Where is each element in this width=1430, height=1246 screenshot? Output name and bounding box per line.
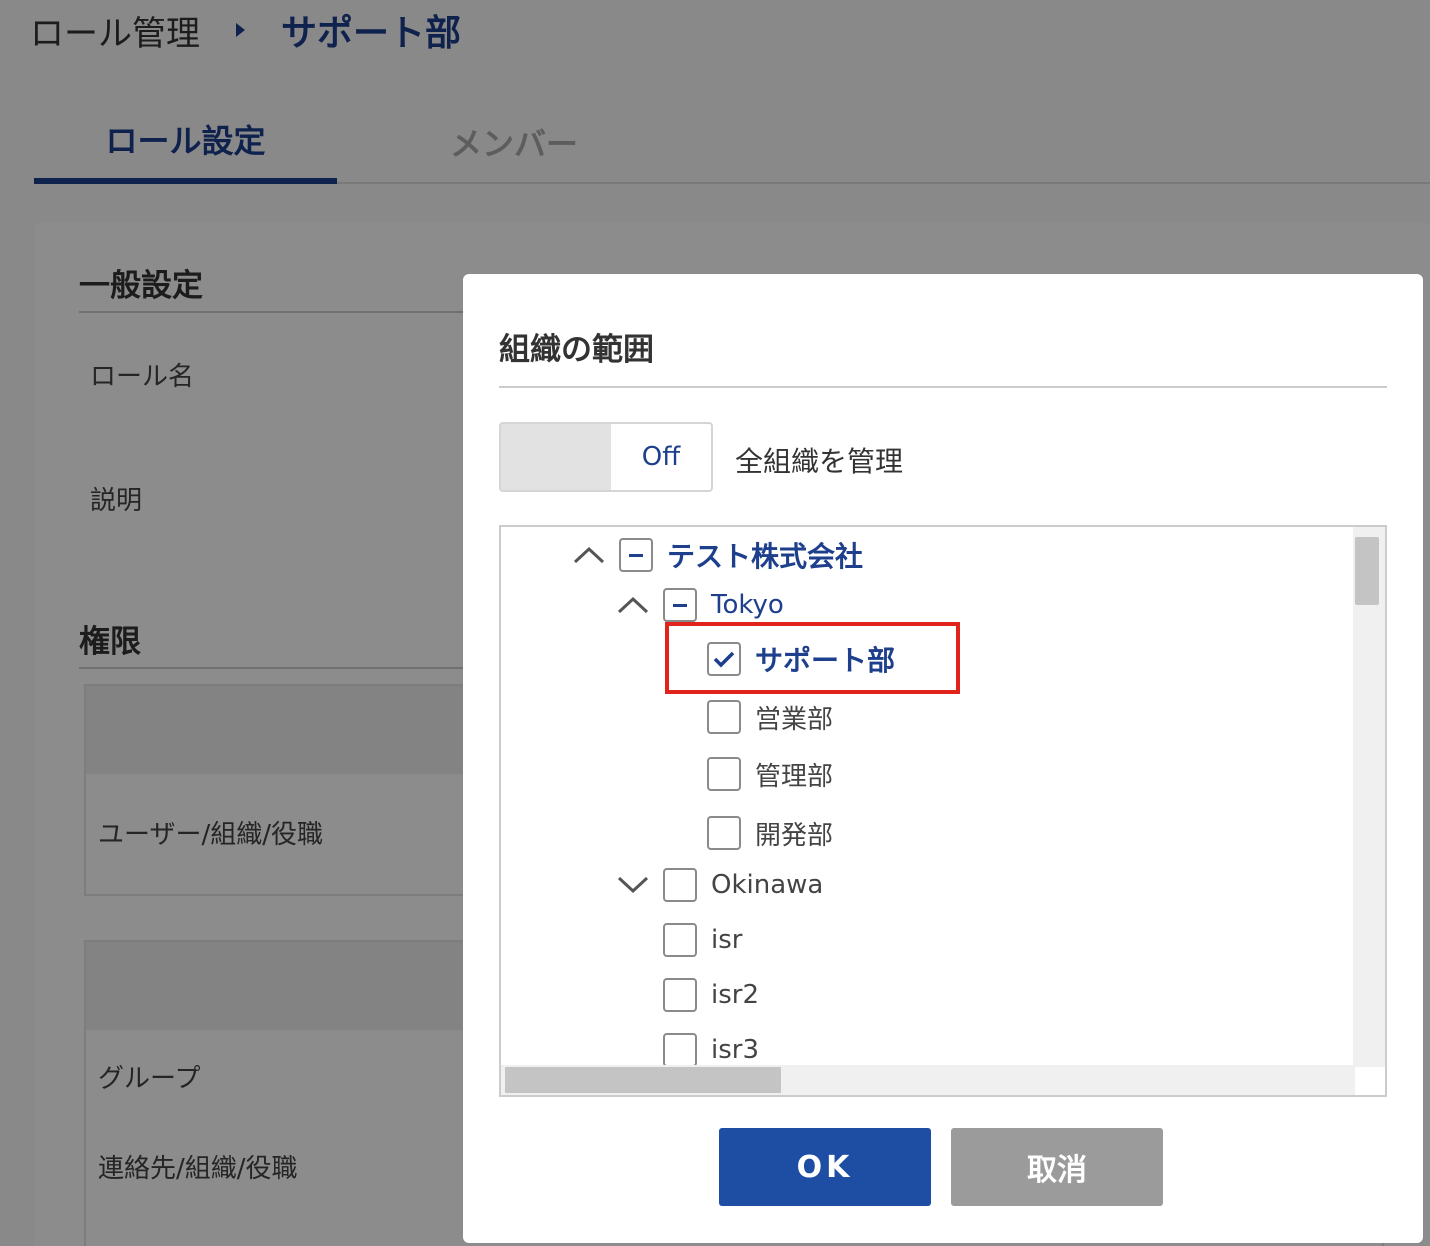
tree-node-label: Tokyo: [711, 590, 784, 620]
toggle-state-label: Off: [641, 442, 681, 472]
cancel-button[interactable]: 取消: [951, 1128, 1163, 1206]
checkbox-unchecked[interactable]: [663, 978, 697, 1012]
ok-button[interactable]: OK: [719, 1128, 931, 1206]
tree-node-label: 管理部: [755, 761, 834, 792]
org-scope-dialog: 組織の範囲 Off 全組織を管理 テスト株式会社 Tokyo サポート部 営業部…: [463, 274, 1423, 1243]
chevron-up-icon[interactable]: [615, 587, 651, 623]
checkbox-unchecked[interactable]: [663, 923, 697, 957]
horizontal-scrollbar[interactable]: [501, 1065, 1355, 1095]
chevron-down-icon[interactable]: [615, 867, 651, 903]
checkbox-unchecked[interactable]: [707, 757, 741, 791]
tree-node-sales[interactable]: 営業部: [707, 697, 833, 737]
tree-node-tokyo[interactable]: Tokyo: [615, 585, 784, 625]
checkbox-unchecked[interactable]: [663, 868, 697, 902]
manage-all-label: 全組織を管理: [735, 445, 904, 478]
tree-node-label: Okinawa: [711, 870, 824, 900]
org-tree[interactable]: テスト株式会社 Tokyo サポート部 営業部 管理部 開発部 Okinawa …: [499, 525, 1387, 1097]
tree-node-label: 営業部: [755, 704, 834, 735]
checkbox-indeterminate[interactable]: [663, 588, 697, 622]
checkbox-indeterminate[interactable]: [619, 538, 653, 572]
tree-node-isr2[interactable]: isr2: [663, 975, 759, 1015]
chevron-up-icon[interactable]: [571, 537, 607, 573]
dialog-divider: [499, 386, 1387, 388]
horizontal-scrollbar-thumb[interactable]: [505, 1067, 781, 1093]
manage-all-toggle[interactable]: Off: [499, 422, 713, 492]
vertical-scrollbar-thumb[interactable]: [1355, 537, 1379, 605]
tree-node-label: isr2: [711, 980, 760, 1010]
tree-node-isr[interactable]: isr: [663, 920, 742, 960]
dialog-title: 組織の範囲: [499, 332, 654, 368]
checkbox-unchecked[interactable]: [663, 1033, 697, 1067]
highlight-annotation: [665, 622, 960, 694]
toggle-knob: [501, 424, 611, 490]
checkbox-unchecked[interactable]: [707, 816, 741, 850]
tree-node-admin[interactable]: 管理部: [707, 754, 833, 794]
tree-node-okinawa[interactable]: Okinawa: [615, 865, 823, 905]
tree-node-isr3[interactable]: isr3: [663, 1030, 759, 1070]
tree-node-label: isr: [711, 925, 743, 955]
checkbox-unchecked[interactable]: [707, 700, 741, 734]
tree-node-label: isr3: [711, 1035, 760, 1065]
tree-node-label: 開発部: [755, 820, 834, 851]
tree-node-label: テスト株式会社: [667, 540, 864, 573]
vertical-scrollbar[interactable]: [1353, 527, 1385, 1067]
tree-node-company[interactable]: テスト株式会社: [571, 535, 863, 575]
tree-node-dev[interactable]: 開発部: [707, 813, 833, 853]
